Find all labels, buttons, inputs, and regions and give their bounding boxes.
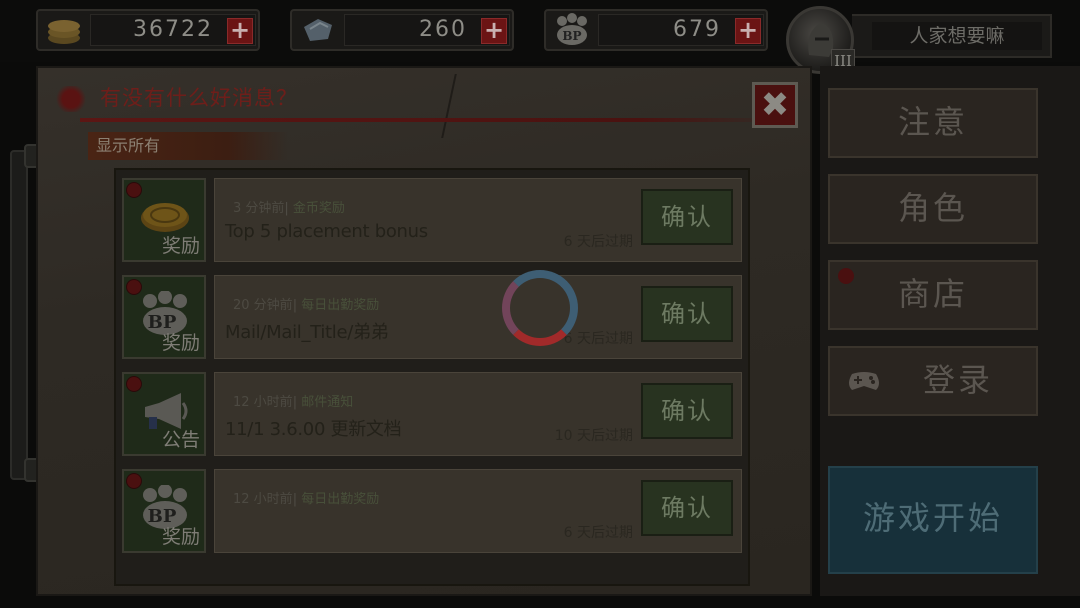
svg-text:BP: BP: [562, 29, 581, 43]
handle-bar: [10, 150, 28, 480]
list-item: 公告 12 小时前| 邮件通知 11/1 3.6.00 更新文档 10 天后过期…: [122, 368, 744, 456]
message-meta: 12 小时前| 每日出勤奖励: [233, 492, 380, 507]
message-card: 20 分钟前| 每日出勤奖励 Mail/Mail_Title/弟弟 6 天后过期…: [214, 275, 742, 359]
message-card: 3 分钟前| 金币奖励 Top 5 placement bonus 6 天后过期…: [214, 178, 742, 262]
message-expiry: 6 天后过期: [563, 331, 633, 347]
message-type: 金币奖励: [292, 201, 345, 216]
top-bar: 36722 + 260 + BP 679 + 人家想要嘛 III: [0, 0, 1080, 74]
diamond-icon: [296, 13, 340, 47]
character-button[interactable]: 角色: [828, 174, 1038, 244]
message-meta: 20 分钟前| 每日出勤奖励: [233, 298, 380, 313]
message-expiry: 6 天后过期: [563, 525, 633, 541]
add-gold-button[interactable]: +: [227, 18, 253, 44]
message-tag: 奖励: [161, 332, 200, 354]
message-tag: 奖励: [161, 235, 200, 257]
message-card: 12 小时前| 每日出勤奖励 6 天后过期 确认: [214, 469, 742, 553]
gamepad-icon: [849, 372, 879, 390]
message-time: 3 分钟前: [233, 201, 285, 216]
message-expiry: 10 天后过期: [554, 428, 633, 444]
login-label: 登录: [922, 361, 993, 399]
mail-panel: 有没有什么好消息？ ✖ 显示所有 奖励 3 分钟前| 金币奖励 Top 5 pl…: [36, 66, 812, 596]
message-meta: 3 分钟前| 金币奖励: [233, 201, 345, 216]
confirm-button[interactable]: 确认: [641, 286, 733, 342]
message-thumbnail: BP 奖励: [122, 469, 206, 553]
start-game-button[interactable]: 游戏开始: [828, 466, 1038, 574]
message-subject: Mail/Mail_Title/弟弟: [225, 322, 389, 343]
player-nickname: 人家想要嘛: [872, 22, 1042, 50]
message-tag: 奖励: [161, 526, 200, 548]
message-time: 20 分钟前: [233, 298, 293, 313]
list-item: BP 奖励 12 小时前| 每日出勤奖励 6 天后过期 确认: [122, 465, 744, 553]
paper-crack: [441, 74, 477, 138]
gold-coin-icon: [42, 13, 86, 47]
filter-show-all[interactable]: 显示所有: [88, 132, 288, 160]
title-underline: [80, 118, 780, 122]
diamond-currency: 260 +: [290, 9, 514, 51]
message-subject: Top 5 placement bonus: [225, 221, 428, 242]
message-type: 每日出勤奖励: [301, 492, 380, 507]
message-type: 邮件通知: [301, 395, 354, 410]
message-expiry: 6 天后过期: [563, 234, 633, 250]
page-title: 有没有什么好消息？: [100, 86, 298, 110]
list-item: BP 奖励 20 分钟前| 每日出勤奖励 Mail/Mail_Title/弟弟 …: [122, 271, 744, 359]
gold-currency: 36722 +: [36, 9, 260, 51]
bp-currency: BP 679 +: [544, 9, 768, 51]
message-thumbnail: 公告: [122, 372, 206, 456]
shop-label: 商店: [897, 275, 968, 313]
message-list[interactable]: 奖励 3 分钟前| 金币奖励 Top 5 placement bonus 6 天…: [114, 168, 750, 586]
loading-spinner: [502, 270, 578, 346]
message-subject: 11/1 3.6.00 更新文档: [225, 419, 402, 440]
blood-splatter: [54, 86, 88, 112]
add-diamond-button[interactable]: +: [481, 18, 507, 44]
list-item: 奖励 3 分钟前| 金币奖励 Top 5 placement bonus 6 天…: [122, 174, 744, 262]
player-nickname-plate[interactable]: 人家想要嘛: [852, 14, 1052, 58]
login-button[interactable]: 登录: [828, 346, 1038, 416]
shop-unread-dot: [838, 268, 854, 284]
bp-paw-icon: BP: [550, 13, 594, 47]
close-button[interactable]: ✖: [752, 82, 798, 128]
message-card: 12 小时前| 邮件通知 11/1 3.6.00 更新文档 10 天后过期 确认: [214, 372, 742, 456]
close-icon: ✖: [760, 85, 790, 125]
shop-button[interactable]: 商店: [828, 260, 1038, 330]
add-bp-button[interactable]: +: [735, 18, 761, 44]
confirm-button[interactable]: 确认: [641, 480, 733, 536]
message-time: 12 小时前: [233, 395, 293, 410]
confirm-button[interactable]: 确认: [641, 383, 733, 439]
confirm-button[interactable]: 确认: [641, 189, 733, 245]
message-thumbnail: 奖励: [122, 178, 206, 262]
message-meta: 12 小时前| 邮件通知: [233, 395, 354, 410]
message-time: 12 小时前: [233, 492, 293, 507]
message-tag: 公告: [161, 429, 200, 451]
notice-button[interactable]: 注意: [828, 88, 1038, 158]
message-type: 每日出勤奖励: [301, 298, 380, 313]
message-thumbnail: BP 奖励: [122, 275, 206, 359]
player-avatar[interactable]: III: [786, 6, 855, 74]
